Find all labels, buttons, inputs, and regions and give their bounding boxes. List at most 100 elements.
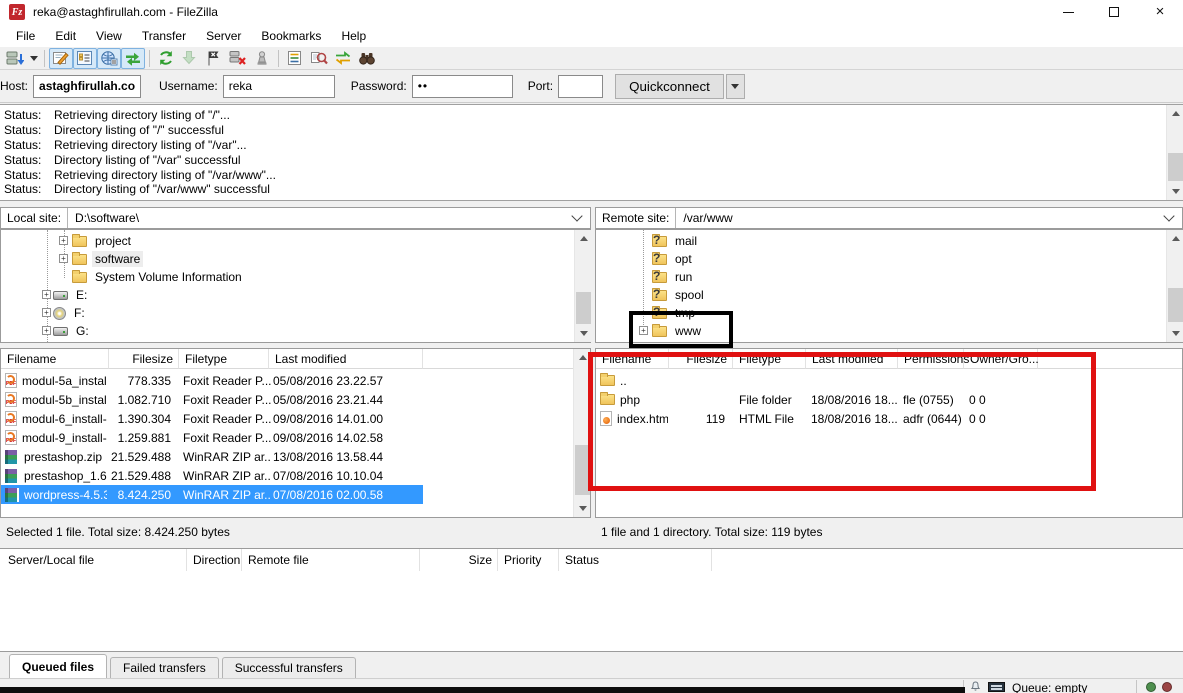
tab-queued-files[interactable]: Queued files — [9, 654, 108, 678]
username-input[interactable] — [222, 74, 335, 98]
tab-successful-transfers[interactable]: Successful transfers — [221, 657, 356, 678]
local-tree-scrollbar[interactable] — [574, 230, 591, 342]
local-tree-toggle-icon[interactable] — [73, 47, 97, 69]
queue-column-header-priority[interactable]: Priority — [498, 549, 559, 571]
tree-item-system-volume-information[interactable]: System Volume Information — [72, 268, 245, 286]
menu-view[interactable]: View — [86, 26, 132, 46]
remote-tree-scrollbar[interactable] — [1166, 230, 1183, 342]
local-site-combobox[interactable]: Local site: D:\software\ — [0, 207, 591, 229]
menu-help[interactable]: Help — [331, 26, 376, 46]
site-manager-icon[interactable] — [3, 48, 27, 69]
log-line-type: Status: — [4, 182, 42, 197]
menu-transfer[interactable]: Transfer — [132, 26, 196, 46]
queue-tabs: Queued files Failed transfers Successful t… — [0, 652, 1183, 678]
menu-edit[interactable]: Edit — [45, 26, 86, 46]
scroll-up-icon[interactable] — [1172, 111, 1180, 116]
expand-icon[interactable]: + — [59, 236, 68, 245]
file-row[interactable]: modul-9_install-... 1.259.881 Foxit Reader… — [1, 428, 590, 447]
column-header-filename[interactable]: Filename — [1, 349, 109, 369]
quickconnect-button[interactable]: Quickconnect — [615, 73, 724, 99]
log-toggle-icon[interactable] — [49, 47, 73, 69]
scroll-down-icon[interactable] — [580, 331, 588, 336]
queue-column-header-remote-file[interactable]: Remote file — [242, 549, 420, 571]
notification-bell-icon[interactable] — [970, 681, 981, 693]
column-header-last-modified[interactable]: Last modified — [269, 349, 423, 369]
speed-limit-icon[interactable] — [988, 682, 1005, 692]
expand-icon[interactable]: + — [42, 326, 51, 335]
unknown-folder-icon: ? — [652, 233, 667, 247]
maximize-button[interactable] — [1091, 0, 1137, 24]
file-row[interactable]: modul-5b_instal... 1.082.710 Foxit Reader … — [1, 390, 590, 409]
queue-toggle-icon[interactable] — [121, 47, 145, 69]
scroll-up-icon[interactable] — [580, 236, 588, 241]
queue-column-header-size[interactable]: Size — [420, 549, 498, 571]
tree-item-label: E: — [76, 288, 88, 302]
scroll-up-icon[interactable] — [1172, 236, 1180, 241]
queue-column-header-direction[interactable]: Direction — [187, 549, 242, 571]
scroll-up-icon[interactable] — [579, 355, 587, 360]
remote-status-bar: 1 file and 1 directory. Total size: 119 … — [595, 519, 1183, 545]
menu-file[interactable]: File — [6, 26, 45, 46]
chevron-down-icon[interactable] — [571, 210, 583, 222]
minimize-button[interactable] — [1045, 0, 1091, 24]
column-header-filesize[interactable]: Filesize — [109, 349, 179, 369]
compare-icon[interactable] — [307, 48, 331, 69]
quickconnect-dropdown-button[interactable] — [725, 73, 745, 99]
tab-failed-transfers[interactable]: Failed transfers — [110, 657, 219, 678]
tree-item-software[interactable]: software — [72, 250, 144, 268]
file-row[interactable]: prestashop.zip 21.529.488 WinRAR ZIP ar...… — [1, 447, 590, 466]
remote-site-combobox[interactable]: Remote site: /var/www — [595, 207, 1183, 229]
cancel-transfer-icon[interactable] — [202, 48, 226, 69]
filter-icon[interactable] — [283, 48, 307, 69]
scroll-down-icon[interactable] — [579, 506, 587, 511]
tree-item-f[interactable]: F: — [53, 304, 88, 322]
remote-site-path: /var/www — [683, 211, 733, 225]
tree-item-e[interactable]: E: — [53, 286, 90, 304]
file-row[interactable]: prestashop_1.6.1...21.529.488 WinRAR ZIP … — [1, 466, 590, 485]
disconnect-icon[interactable] — [226, 48, 250, 69]
expand-icon[interactable]: + — [42, 308, 51, 317]
file-row[interactable]: modul-6_install-... 1.390.304 Foxit Reader… — [1, 409, 590, 428]
file-row[interactable]: modul-5a_instal... 778.335 Foxit Reader P.… — [1, 371, 590, 390]
close-button[interactable]: × — [1137, 0, 1183, 24]
local-directory-tree: + project + software System Volume Informati… — [0, 229, 591, 343]
process-queue-icon[interactable] — [178, 48, 202, 69]
menu-bookmarks[interactable]: Bookmarks — [251, 26, 331, 46]
remote-tree-toggle-icon[interactable] — [97, 47, 121, 69]
tree-item-mail[interactable]: ? mail — [652, 232, 700, 250]
tree-item-spool[interactable]: ? spool — [652, 286, 707, 304]
find-files-icon[interactable] — [355, 48, 379, 69]
scrollbar-thumb[interactable] — [1168, 153, 1183, 181]
reconnect-icon[interactable] — [250, 48, 274, 69]
queue-column-header-status[interactable]: Status — [559, 549, 712, 571]
file-row[interactable]: wordpress-4.5.3.... 8.424.250 WinRAR ZIP a… — [1, 485, 423, 504]
sync-browse-icon[interactable] — [331, 48, 355, 69]
tree-item-opt[interactable]: ? opt — [652, 250, 695, 268]
tree-item-project[interactable]: project — [72, 232, 134, 250]
tree-item-run[interactable]: ? run — [652, 268, 695, 286]
scrollbar-thumb[interactable] — [576, 292, 591, 324]
expand-icon[interactable]: + — [42, 290, 51, 299]
scrollbar-thumb[interactable] — [1168, 288, 1183, 322]
scroll-down-icon[interactable] — [1172, 331, 1180, 336]
menu-server[interactable]: Server — [196, 26, 251, 46]
port-input[interactable] — [558, 74, 604, 98]
log-scrollbar[interactable] — [1166, 105, 1183, 200]
password-input[interactable] — [411, 74, 513, 98]
file-cell-type: Foxit Reader P... — [183, 392, 271, 407]
column-header-filetype[interactable]: Filetype — [179, 349, 269, 369]
chevron-down-icon[interactable] — [1163, 210, 1175, 222]
tree-item-label: F: — [74, 306, 85, 320]
queue-column-header-server-local-file[interactable]: Server/Local file — [2, 549, 187, 571]
site-manager-dropdown-icon[interactable] — [27, 48, 40, 69]
local-status-bar: Selected 1 file. Total size: 8.424.250 b… — [0, 519, 591, 545]
scroll-down-icon[interactable] — [1172, 189, 1180, 194]
unknown-folder-icon: ? — [652, 287, 667, 301]
host-input[interactable] — [33, 74, 142, 98]
log-line-type: Status: — [4, 123, 42, 138]
column-header-filler — [423, 349, 590, 369]
tree-item-g[interactable]: G: — [53, 322, 92, 340]
refresh-icon[interactable] — [154, 48, 178, 69]
transfer-queue-panel: Server/Local file Direction Remote file Siz… — [0, 548, 1183, 652]
expand-icon[interactable]: + — [59, 254, 68, 263]
